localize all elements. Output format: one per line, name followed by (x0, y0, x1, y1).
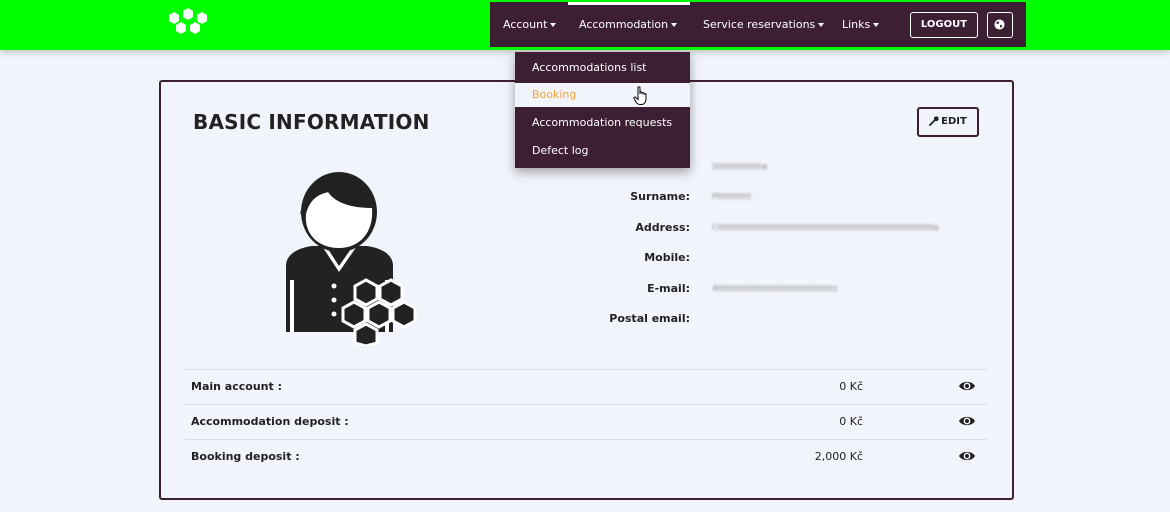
nav-item-links[interactable]: Links (842, 2, 880, 47)
caret-down-icon (873, 23, 880, 27)
account-amount: 0 Kč (839, 380, 863, 393)
email-label: E-mail: (647, 282, 690, 295)
nav-item-label: Accommodation (579, 18, 669, 31)
nav-item-accommodation[interactable]: Accommodation (579, 2, 678, 47)
account-label: Booking deposit : (191, 450, 300, 463)
hand-pointer-icon (633, 86, 647, 105)
account-label: Accommodation deposit : (191, 415, 349, 428)
surname-label: Surname: (630, 190, 690, 203)
eye-icon[interactable] (958, 450, 976, 462)
menu-item-accommodation-requests[interactable]: Accommodation requests (515, 111, 690, 135)
edit-button-label: EDIT (941, 116, 967, 127)
nav-item-label: Service reservations (703, 18, 816, 31)
menu-item-defect-log[interactable]: Defect log (515, 139, 690, 163)
caret-down-icon (671, 23, 678, 27)
language-button[interactable] (987, 12, 1013, 38)
first-name-value: Sttttttttttttttw (712, 162, 768, 171)
hexagon-cluster-icon (341, 278, 417, 346)
postal-email-label: Postal email: (609, 312, 690, 325)
caret-down-icon (818, 23, 825, 27)
email-value: 4tttttttttttttttttttttttttttttttttttttz (712, 284, 838, 293)
account-label: Main account : (191, 380, 282, 393)
logo-icon[interactable] (166, 8, 210, 36)
nav-item-account[interactable]: Account (503, 2, 557, 47)
page-title: BASIC INFORMATION (193, 110, 430, 134)
menu-item-accommodations-list[interactable]: Accommodations list (515, 56, 690, 80)
menu-item-booking[interactable]: Booking (515, 83, 690, 107)
account-amount: 0 Kč (839, 415, 863, 428)
edit-button[interactable]: EDIT (917, 107, 979, 137)
address-label: Address: (635, 221, 690, 234)
account-row-accommodation-deposit: Accommodation deposit : 0 Kč (185, 404, 987, 438)
user-avatar-icon (286, 172, 417, 346)
globe-icon (994, 19, 1005, 30)
account-row-booking-deposit: Booking deposit : 2,000 Kč (185, 439, 987, 473)
caret-down-icon (550, 23, 557, 27)
account-amount: 2,000 Kč (814, 450, 863, 463)
account-row-main: Main account : 0 Kč (185, 369, 987, 403)
wrench-icon (929, 116, 939, 126)
nav-item-label: Account (503, 18, 548, 31)
eye-icon[interactable] (958, 415, 976, 427)
nav-item-label: Links (842, 18, 871, 31)
surname-value: Pttttttttttt (712, 192, 752, 201)
logout-button[interactable]: LOGOUT (910, 12, 978, 38)
eye-icon[interactable] (958, 380, 976, 392)
nav-item-service-reservations[interactable]: Service reservations (703, 2, 825, 47)
address-value: Cttttttttttttttttttttttttttttttttttttttt… (712, 223, 939, 232)
mobile-label: Mobile: (644, 251, 690, 264)
accommodation-dropdown-menu: Accommodations list Booking Accommodatio… (515, 52, 690, 168)
